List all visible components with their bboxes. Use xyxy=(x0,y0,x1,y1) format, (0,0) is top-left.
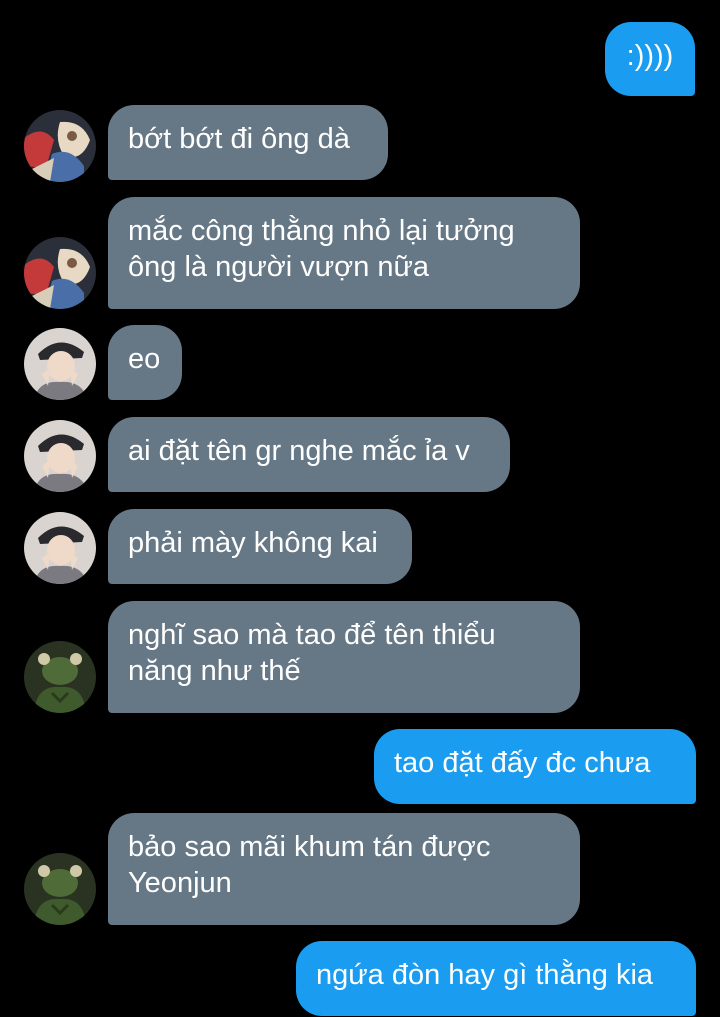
incoming-message-bubble[interactable]: phải mày không kai xyxy=(108,509,412,584)
incoming-message-bubble[interactable]: nghĩ sao mà tao để tên thiểu năng như th… xyxy=(108,601,580,713)
incoming-message-bubble[interactable]: eo xyxy=(108,325,182,400)
incoming-message-bubble[interactable]: bớt bớt đi ông dà xyxy=(108,105,388,180)
chat-screen: :)))) bớt bớt đi ông dà mắc công thằng n… xyxy=(0,0,720,1017)
sender-avatar-cap[interactable] xyxy=(24,420,96,492)
outgoing-message-bubble[interactable]: tao đặt đấy đc chưa xyxy=(374,729,696,804)
outgoing-message-bubble[interactable]: :)))) xyxy=(605,22,695,96)
sender-avatar-cap[interactable] xyxy=(24,328,96,400)
incoming-message-bubble[interactable]: ai đặt tên gr nghe mắc ỉa v xyxy=(108,417,510,492)
sender-avatar-green[interactable] xyxy=(24,641,96,713)
outgoing-message-bubble[interactable]: ngứa đòn hay gì thằng kia xyxy=(296,941,696,1016)
incoming-message-bubble[interactable]: mắc công thằng nhỏ lại tưởng ông là ngườ… xyxy=(108,197,580,309)
sender-avatar-green[interactable] xyxy=(24,853,96,925)
sender-avatar-anime[interactable] xyxy=(24,237,96,309)
incoming-message-bubble[interactable]: bảo sao mãi khum tán được Yeonjun xyxy=(108,813,580,925)
sender-avatar-cap[interactable] xyxy=(24,512,96,584)
sender-avatar-anime[interactable] xyxy=(24,110,96,182)
